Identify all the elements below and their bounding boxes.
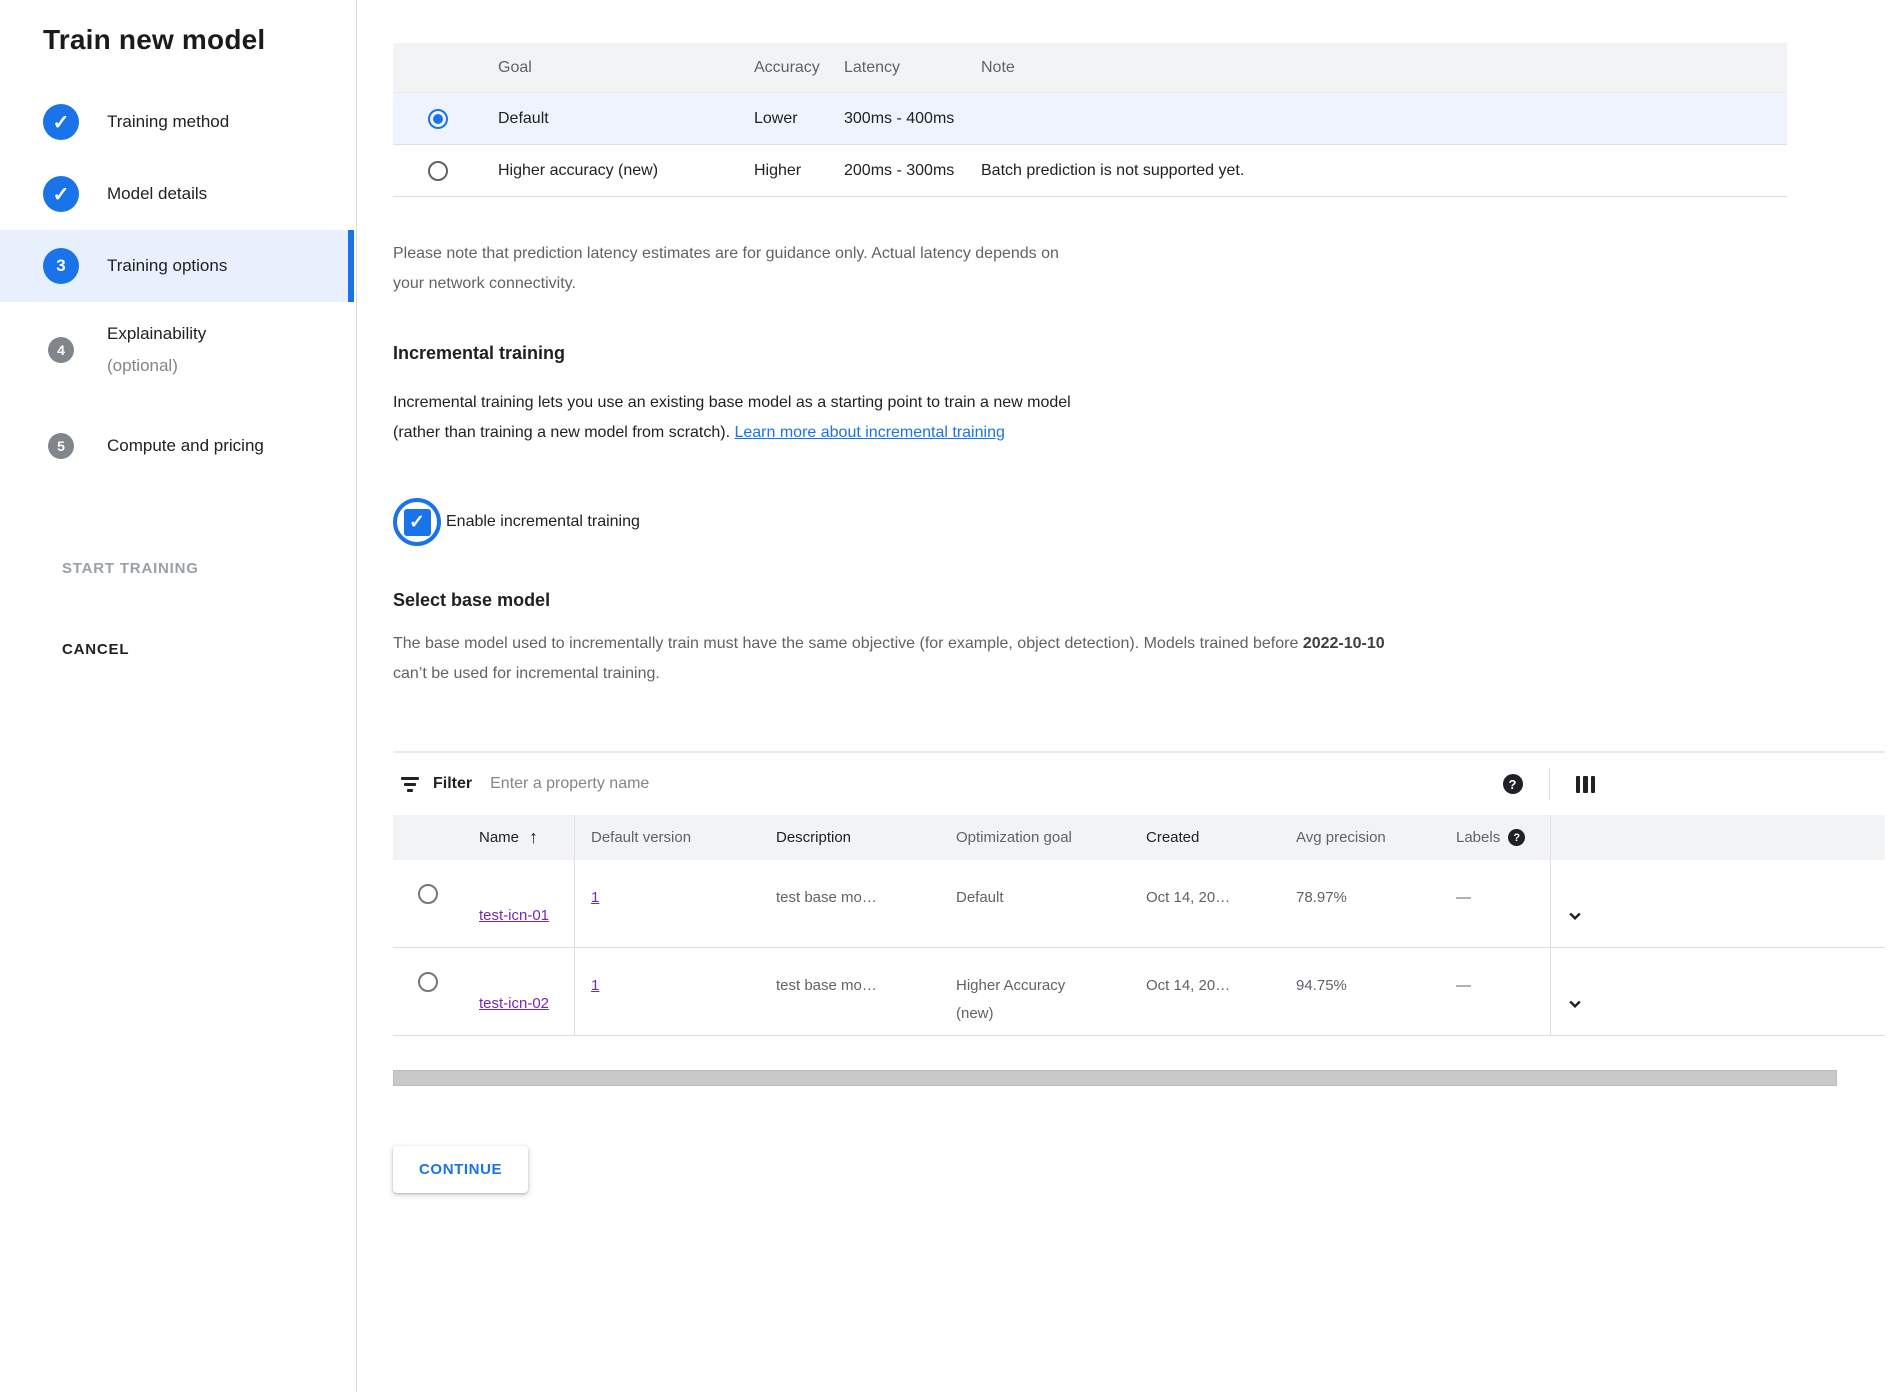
description-cell: test base mo… (760, 948, 940, 1000)
help-icon[interactable]: ? (1503, 774, 1523, 794)
optimization-goal-cell: Higher Accuracy (new) (956, 972, 1106, 1028)
description-header: Description (760, 829, 940, 846)
filter-icon (399, 777, 421, 792)
step-label: Training method (107, 106, 229, 138)
accuracy-value: Lower (739, 110, 829, 128)
goal-header: Goal (483, 59, 739, 77)
base-model-table-header: Name↑ Default version Description Optimi… (393, 815, 1885, 860)
incremental-checkbox-focus-ring[interactable]: ✓ (393, 498, 441, 546)
name-header[interactable]: Name↑ (463, 815, 575, 860)
expand-row-button[interactable] (1561, 902, 1589, 930)
model-name-link[interactable]: test-icn-01 (479, 907, 549, 924)
radio-goal-higher-accuracy[interactable] (428, 161, 448, 181)
optimization-goal-header: Optimization goal (940, 829, 1130, 846)
incremental-training-heading: Incremental training (393, 343, 1896, 364)
base-model-row-2[interactable]: test-icn-02 1 test base mo… Higher Accur… (393, 948, 1885, 1036)
avg-precision-header: Avg precision (1280, 829, 1440, 846)
description-cell: test base mo… (760, 860, 940, 912)
step-complete-check-icon: ✓ (43, 176, 79, 212)
select-base-model-heading: Select base model (393, 590, 1896, 611)
goal-value: Default (483, 110, 739, 128)
labels-cell: — (1440, 948, 1550, 1000)
expand-row-button[interactable] (1561, 990, 1589, 1018)
toolbar-divider (1549, 768, 1550, 800)
latency-disclaimer: Please note that prediction latency esti… (393, 239, 1093, 299)
radio-goal-default[interactable] (428, 109, 448, 129)
accuracy-header: Accuracy (739, 59, 829, 77)
step-training-options[interactable]: 3 Training options (0, 230, 354, 302)
incremental-training-description: Incremental training lets you use an exi… (393, 388, 1093, 448)
labels-help-icon[interactable]: ? (1508, 829, 1525, 846)
filter-bar: Filter ? (393, 753, 1885, 815)
training-options-panel: Goal Accuracy Latency Note Default Lower… (357, 0, 1896, 1392)
goal-value: Higher accuracy (new) (483, 162, 739, 180)
step-compute-pricing[interactable]: 5 Compute and pricing (0, 398, 356, 494)
checkbox-label: Enable incremental training (446, 513, 640, 531)
avg-precision-cell: 94.75% (1280, 948, 1440, 1000)
goal-table-header: Goal Accuracy Latency Note (393, 43, 1787, 93)
step-number-icon: 5 (48, 433, 74, 459)
labels-cell: — (1440, 860, 1550, 912)
created-cell: Oct 14, 20… (1130, 948, 1280, 1000)
goal-row-higher-accuracy[interactable]: Higher accuracy (new) Higher 200ms - 300… (393, 145, 1787, 197)
filter-label: Filter (433, 775, 472, 793)
model-name-link[interactable]: test-icn-02 (479, 995, 549, 1012)
step-training-method[interactable]: ✓ Training method (0, 86, 356, 158)
labels-header: Labels? (1440, 829, 1550, 846)
step-explainability[interactable]: 4 Explainability(optional) (0, 302, 356, 398)
checkbox-check-icon: ✓ (409, 511, 425, 534)
default-version-header: Default version (575, 829, 760, 846)
chevron-down-icon (1563, 904, 1587, 928)
stepper: ✓ Training method ✓ Model details 3 Trai… (0, 86, 356, 494)
step-label: Model details (107, 178, 207, 210)
step-model-details[interactable]: ✓ Model details (0, 158, 356, 230)
default-version-link[interactable]: 1 (591, 884, 599, 912)
goal-table: Goal Accuracy Latency Note Default Lower… (393, 43, 1787, 197)
latency-header: Latency (829, 59, 966, 77)
column-display-icon[interactable] (1576, 776, 1596, 793)
goal-row-default[interactable]: Default Lower 300ms - 400ms (393, 93, 1787, 145)
default-version-link[interactable]: 1 (591, 972, 599, 1000)
step-label: Explainability(optional) (107, 318, 206, 382)
latency-value: 300ms - 400ms (829, 110, 966, 128)
enable-incremental-row: ✓ Enable incremental training (393, 498, 1896, 546)
cancel-button[interactable]: CANCEL (0, 641, 356, 658)
latency-value: 200ms - 300ms (829, 162, 966, 180)
filter-input[interactable] (490, 775, 1090, 793)
train-model-stepper-sidebar: Train new model ✓ Training method ✓ Mode… (0, 0, 357, 1392)
step-label: Compute and pricing (107, 430, 264, 462)
accuracy-value: Higher (739, 162, 829, 180)
sort-ascending-icon[interactable]: ↑ (529, 827, 538, 848)
base-model-description: The base model used to incrementally tra… (393, 629, 1873, 689)
created-header: Created (1130, 829, 1280, 846)
base-model-table: Filter ? Name↑ Default version Descripti… (393, 751, 1885, 1036)
learn-more-link[interactable]: Learn more about incremental training (734, 424, 1004, 441)
page-title: Train new model (0, 0, 356, 56)
chevron-down-icon (1563, 992, 1587, 1016)
step-number-icon: 3 (43, 248, 79, 284)
cutoff-date: 2022-10-10 (1303, 635, 1385, 652)
step-label: Training options (107, 250, 227, 282)
step-complete-check-icon: ✓ (43, 104, 79, 140)
step-sublabel: (optional) (107, 356, 178, 375)
incremental-checkbox[interactable]: ✓ (404, 509, 431, 536)
horizontal-scrollbar[interactable] (393, 1070, 1837, 1086)
radio-base-model-2[interactable] (418, 972, 438, 992)
step-number-icon: 4 (48, 337, 74, 363)
continue-button[interactable]: CONTINUE (393, 1146, 528, 1193)
note-value: Batch prediction is not supported yet. (966, 162, 1787, 180)
created-cell: Oct 14, 20… (1130, 860, 1280, 912)
optimization-goal-cell: Default (940, 860, 1130, 912)
start-training-button[interactable]: START TRAINING (0, 560, 356, 577)
base-model-row-1[interactable]: test-icn-01 1 test base mo… Default Oct … (393, 860, 1885, 948)
radio-base-model-1[interactable] (418, 884, 438, 904)
note-header: Note (966, 59, 1787, 77)
avg-precision-cell: 78.97% (1280, 860, 1440, 912)
